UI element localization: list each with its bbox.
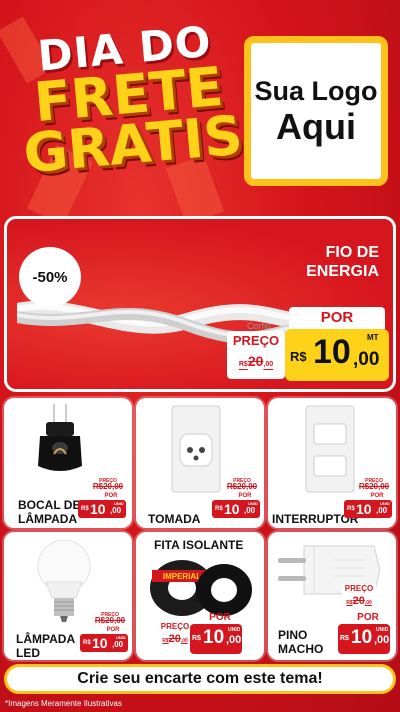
old-price-int: 20 <box>352 595 365 607</box>
new-price-int: 10 <box>313 333 351 371</box>
new-price-currency: R$ <box>215 506 223 512</box>
old-price-box: PREÇO R$20,00 <box>224 478 260 492</box>
price-tag: PREÇO R$20,00 POR R$ 10 ,00 UNID <box>344 478 392 518</box>
new-price-unit: UNID <box>116 635 126 640</box>
old-price-currency: R$ <box>238 361 248 368</box>
disclaimer-text: *Imagens Meramente Ilustrativas <box>5 699 122 708</box>
discount-badge: -50% <box>19 247 81 307</box>
new-price-unit: UNID <box>114 501 124 506</box>
old-price: R$20,00 <box>227 353 285 369</box>
insulating-tape-icon: IMPERIAL <box>150 560 252 616</box>
new-price: R$ 10 ,00 UNID <box>338 624 390 654</box>
preco-label: PREÇO <box>344 584 374 593</box>
price-tag: PREÇO R$20,00 POR R$ 10 ,00 UNID <box>80 612 128 652</box>
new-price-currency: R$ <box>192 635 201 642</box>
new-price: R$ 10 ,00 UNID <box>190 624 242 654</box>
por-label: POR <box>289 307 385 329</box>
new-price-dec: ,00 <box>110 506 122 515</box>
featured-name-line-1: FIO DE <box>325 244 379 261</box>
new-price: R$ 10 ,00 UNID <box>78 500 126 518</box>
old-price-box: PREÇO R$20,00 <box>92 612 128 626</box>
old-price-int: 20 <box>168 633 181 645</box>
new-price: R$ 10 ,00 UNID <box>212 500 260 518</box>
headline: DIA DO FRETE GRATIS <box>8 17 250 186</box>
new-price-dec: ,00 <box>353 349 380 370</box>
new-price-currency: R$ <box>83 640 91 646</box>
product-name-line-1: INTERRUPTOR <box>272 512 359 526</box>
old-price: R$20,00 <box>226 482 258 491</box>
new-price: R$ 10 ,00 UNID <box>80 634 128 652</box>
new-price-dec: ,00 <box>376 506 388 515</box>
lamp-socket-icon <box>38 404 82 471</box>
old-price: R$20,00 <box>92 482 124 491</box>
old-price-dec: ,00 <box>180 638 188 644</box>
product-name: FITA ISOLANTE <box>154 538 264 552</box>
new-price-unit: UNID <box>376 627 389 633</box>
por-label: POR <box>209 612 231 623</box>
price-tag: PREÇO R$20,00 POR R$ 10 ,00 UNID <box>212 478 260 518</box>
product-card-lampada-led[interactable]: LÂMPADA LED PREÇO R$20,00 POR R$ 10 ,00 U… <box>4 532 132 660</box>
new-price-currency: R$ <box>290 349 307 364</box>
old-price-dec: ,00 <box>364 600 372 606</box>
new-price-dec: ,00 <box>226 634 242 646</box>
preco-label: PREÇO <box>232 333 280 348</box>
product-card-pino-macho[interactable]: PINO MACHO PREÇO R$20,00 POR R$ 10 ,00 U… <box>268 532 396 660</box>
old-price-box: PREÇO R$20,00 <box>356 478 392 492</box>
new-price-currency: R$ <box>81 506 89 512</box>
price-tag: PREÇO R$20,00 POR R$ 10 ,00 UNID <box>158 612 242 656</box>
old-price: R$20,00 <box>342 594 376 610</box>
old-price-box: PREÇO R$20,00 <box>342 584 376 614</box>
new-price-unit: UNID <box>228 627 241 633</box>
preco-label: PREÇO <box>160 622 190 631</box>
old-price: R$20,00 <box>158 632 192 648</box>
product-name: INTERRUPTOR <box>272 512 359 526</box>
new-price-int: 10 <box>92 635 108 651</box>
old-price: R$20,00 <box>358 482 390 491</box>
product-name-line-1: FITA ISOLANTE <box>154 538 244 552</box>
price-tag: PREÇO R$20,00 POR R$ 10 ,00 UNID <box>78 478 126 518</box>
new-price-int: 10 <box>351 627 373 648</box>
product-name: TOMADA <box>148 512 218 526</box>
new-price: R$ 10 ,00 MT <box>285 329 389 381</box>
new-price-currency: R$ <box>347 506 355 512</box>
tape-brand-text: IMPERIAL <box>163 572 201 581</box>
new-price-int: 10 <box>203 627 225 648</box>
product-card-fita-isolante[interactable]: FITA ISOLANTE IMPERIAL PREÇO R$20,00 POR… <box>136 532 264 660</box>
logo-placeholder[interactable]: Sua Logo Aqui <box>244 36 388 186</box>
featured-name-line-2: ENERGIA <box>306 263 379 280</box>
product-name-line-1: LÂMPADA <box>16 632 76 646</box>
logo-text-line-1: Sua Logo <box>254 76 378 106</box>
product-name: LÂMPADA LED <box>16 632 86 660</box>
featured-product-card[interactable]: Corfio -50% FIO DE ENERGIA POR PREÇO R$2… <box>4 216 396 392</box>
old-price-int: 20 <box>247 353 264 369</box>
old-price-box: PREÇO R$20,00 <box>90 478 126 492</box>
new-price-dec: ,00 <box>244 506 256 515</box>
new-price-dec: ,00 <box>374 634 390 646</box>
price-tag: PREÇO R$20,00 POR R$ 10 ,00 UNID <box>306 584 390 654</box>
new-price: R$ 10 ,00 UNID <box>344 500 392 518</box>
new-price-unit: UNID <box>248 501 258 506</box>
old-price: R$20,00 <box>94 616 126 625</box>
new-price-int: 10 <box>224 501 240 517</box>
new-price-int: 10 <box>356 501 372 517</box>
featured-product-name: FIO DE ENERGIA <box>269 243 379 281</box>
new-price-unit: MT <box>367 333 379 342</box>
product-name-line-2: LED <box>16 646 40 660</box>
new-price-dec: ,00 <box>112 640 124 649</box>
old-price-box: PREÇO R$20,00 <box>227 331 285 379</box>
old-price-box: PREÇO R$20,00 <box>158 622 192 652</box>
product-card-interruptor[interactable]: INTERRUPTOR PREÇO R$20,00 POR R$ 10 ,00 U… <box>268 398 396 528</box>
por-label: POR <box>357 612 379 623</box>
new-price-currency: R$ <box>340 635 349 642</box>
product-card-bocal[interactable]: BOCAL DE LÂMPADA PREÇO R$20,00 POR R$ 10 … <box>4 398 132 528</box>
new-price-int: 10 <box>90 501 106 517</box>
product-card-tomada[interactable]: TOMADA PREÇO R$20,00 POR R$ 10 ,00 UNID <box>136 398 264 528</box>
old-price-dec: ,00 <box>263 361 274 368</box>
create-flyer-cta[interactable]: Crie seu encarte com este tema! <box>4 664 396 694</box>
featured-price-tag: POR PREÇO R$20,00 R$ 10 ,00 MT <box>227 307 393 389</box>
product-name-line-1: TOMADA <box>148 512 201 526</box>
logo-text-line-2: Aqui <box>276 106 356 147</box>
new-price-unit: UNID <box>380 501 390 506</box>
